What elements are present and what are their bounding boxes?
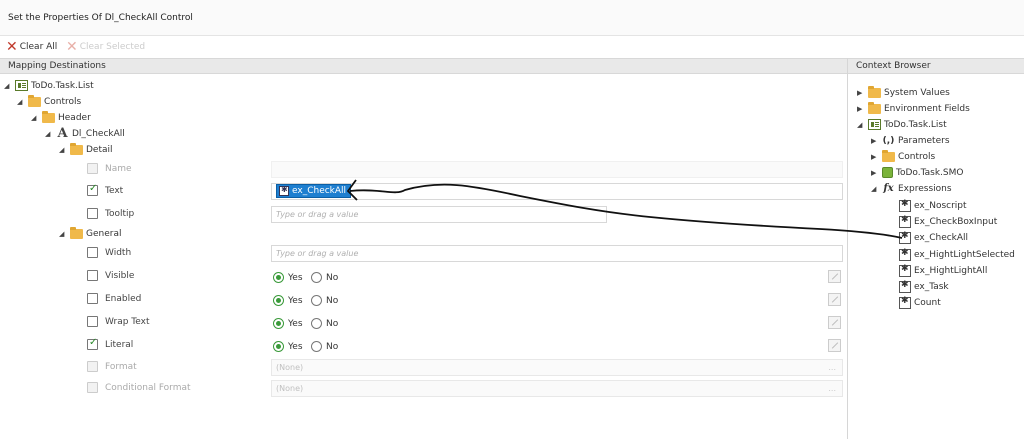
drag-arrow-annotation (346, 179, 903, 239)
drag-arrow-line (349, 183, 903, 239)
